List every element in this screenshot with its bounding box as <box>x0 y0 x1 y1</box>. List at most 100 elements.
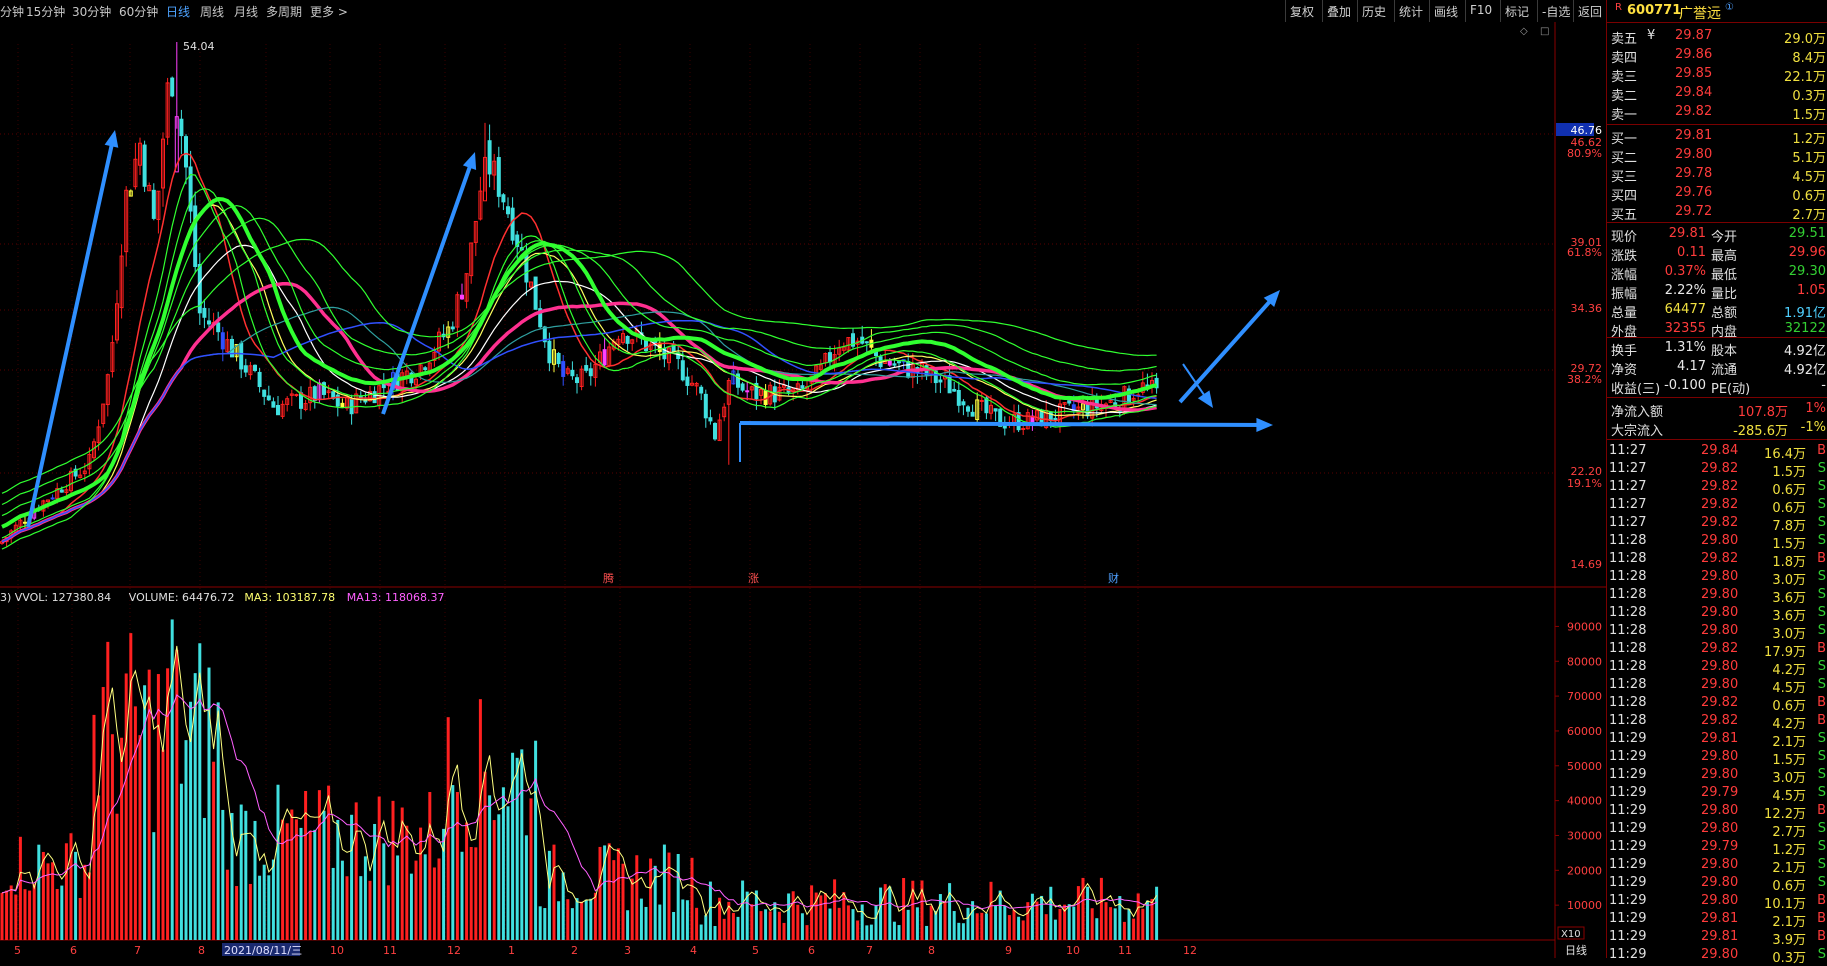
volume-bar <box>598 846 602 940</box>
order-book-row: 卖三 29.85 22.1万 <box>1607 65 1827 85</box>
period-tab-7[interactable]: 多周期 <box>266 3 302 20</box>
tick-price: 29.82 <box>1701 713 1739 728</box>
volume-axis-label: 80000 <box>1567 655 1602 668</box>
toolbar-button-8[interactable]: 返回 <box>1578 3 1602 20</box>
kline-chart[interactable]: 46.7646.6280.9%39.0161.8%34.3629.7238.2%… <box>0 22 1606 958</box>
candle-body <box>584 365 589 371</box>
volume-legend-item: MA3: 103187.78 <box>244 591 335 604</box>
trend-arrow[interactable] <box>739 421 1266 427</box>
volume-bar <box>391 800 395 940</box>
quote-stat-row: 收益(三) -0.100 PE(动) - <box>1607 377 1827 397</box>
date-cursor-label: 2021/08/11/三 <box>224 944 302 957</box>
period-tab-4[interactable]: 日线 <box>166 3 190 20</box>
toolbar-button-0[interactable]: 复权 <box>1290 3 1314 20</box>
volume-bar <box>810 885 814 940</box>
diamond-icon[interactable]: ◇ <box>1520 26 1528 37</box>
volume-bar <box>271 859 275 940</box>
period-tab-0[interactable]: 分钟 <box>0 3 24 20</box>
square-icon[interactable]: □ <box>1540 26 1549 37</box>
toolbar-separator <box>1465 0 1466 22</box>
volume-bar <box>492 820 496 940</box>
period-tab-3[interactable]: 60分钟 <box>119 3 158 20</box>
tick-price: 29.80 <box>1701 803 1739 818</box>
tick-time: 11:29 <box>1609 839 1647 854</box>
volume-bar <box>97 795 101 940</box>
stat-value: 29.96 <box>1788 245 1826 260</box>
event-marker[interactable]: 财 <box>1108 571 1119 585</box>
toolbar-separator <box>1357 0 1358 22</box>
tick-side: S <box>1817 659 1826 674</box>
candle-body <box>151 189 156 219</box>
candle-body <box>575 377 579 384</box>
toolbar-button-3[interactable]: 统计 <box>1399 3 1423 20</box>
stat-label: 今开 <box>1711 230 1738 245</box>
date-axis-label: 7 <box>134 944 141 957</box>
volume-bar <box>64 843 68 940</box>
volume-bar <box>198 643 202 940</box>
price-axis-label: 80.9% <box>1567 147 1602 160</box>
tick-row: 11:28 29.82 0.6万 B <box>1607 694 1827 714</box>
event-marker[interactable]: 腾 <box>603 571 614 585</box>
period-tab-8[interactable]: 更多 > <box>310 3 348 20</box>
tick-row: 11:28 29.82 4.2万 B <box>1607 712 1827 732</box>
tick-price: 29.79 <box>1701 839 1739 854</box>
panel-divider <box>1607 124 1827 125</box>
volume-bar <box>179 783 183 940</box>
period-tab-6[interactable]: 月线 <box>234 3 258 20</box>
candle-body <box>892 363 897 366</box>
volume-bar <box>152 832 156 940</box>
toolbar-button-2[interactable]: 历史 <box>1362 3 1386 20</box>
period-tab-1[interactable]: 15分钟 <box>26 3 65 20</box>
candle-body <box>207 320 211 325</box>
volume-bar <box>529 798 533 940</box>
order-book-row: 买三 29.78 4.5万 <box>1607 165 1827 185</box>
toolbar-button-4[interactable]: 画线 <box>1434 3 1458 20</box>
toolbar-button-7[interactable]: -自选 <box>1542 3 1570 20</box>
tick-price: 29.80 <box>1701 857 1739 872</box>
period-tab-2[interactable]: 30分钟 <box>72 3 111 20</box>
volume-bar <box>984 913 988 940</box>
candle-body <box>322 382 326 395</box>
tick-side: B <box>1817 641 1826 656</box>
volume-bar <box>432 867 436 940</box>
toolbar-button-5[interactable]: F10 <box>1470 3 1492 17</box>
order-book-label: 卖四 <box>1611 51 1638 66</box>
candle-body <box>1085 404 1090 417</box>
volume-bar <box>837 907 841 940</box>
volume-bar <box>1109 907 1113 940</box>
tick-row: 11:29 29.79 4.5万 S <box>1607 784 1827 804</box>
order-book-volume: 1.2万 <box>1792 132 1826 147</box>
date-axis-label: 11 <box>383 944 397 957</box>
tick-price: 29.82 <box>1701 497 1739 512</box>
toolbar-button-6[interactable]: 标记 <box>1505 3 1529 20</box>
candle-body <box>703 393 708 419</box>
stat-value: 29.30 <box>1788 264 1826 279</box>
volume-bar <box>156 674 160 940</box>
tick-price: 29.81 <box>1701 911 1739 926</box>
volume-axis-label: 90000 <box>1567 620 1602 633</box>
date-axis-label: 3 <box>624 944 631 957</box>
volume-bar <box>350 814 354 940</box>
volume-bar <box>1026 902 1030 940</box>
volume-bar <box>423 854 427 940</box>
tick-price: 29.82 <box>1701 641 1739 656</box>
volume-bar <box>414 860 418 940</box>
toolbar-button-1[interactable]: 叠加 <box>1327 3 1351 20</box>
quote-stat-row: 总量 64477 总额 1.91亿 <box>1607 301 1827 321</box>
tick-side: S <box>1817 839 1826 854</box>
volume-bar <box>644 906 648 940</box>
volume-bar <box>759 911 763 940</box>
volume-bar <box>819 895 823 940</box>
date-axis-label: 5 <box>752 944 759 957</box>
volume-bar <box>345 876 349 940</box>
quote-stat-row: 涨跌 0.11 最高 29.96 <box>1607 244 1827 264</box>
tick-time: 11:29 <box>1609 929 1647 944</box>
date-axis-label: 12 <box>447 944 461 957</box>
event-marker[interactable]: 涨 <box>748 572 759 585</box>
order-book-volume: 5.1万 <box>1792 151 1826 166</box>
period-tab-5[interactable]: 周线 <box>200 3 224 20</box>
toolbar-separator <box>1573 0 1574 22</box>
volume-bar <box>9 885 13 940</box>
volume-bar <box>796 904 800 940</box>
volume-bar <box>768 911 772 940</box>
